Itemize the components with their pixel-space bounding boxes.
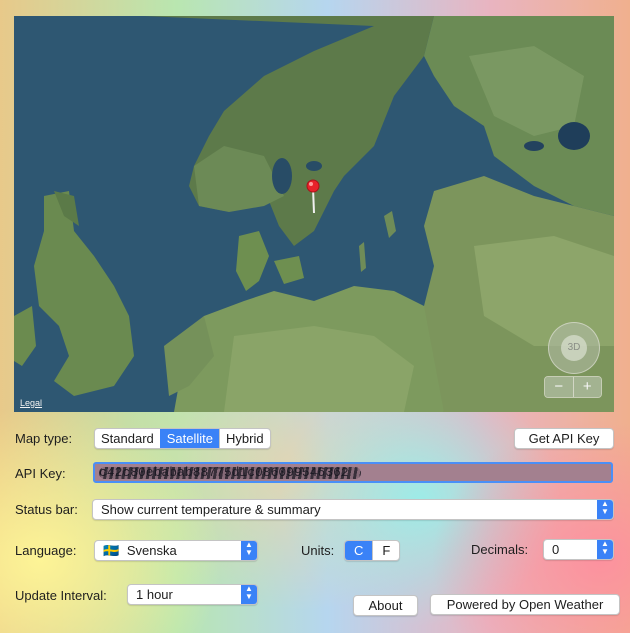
update-interval-label: Update Interval: [15, 588, 107, 603]
popup-arrows-icon: ▲ ▼ [597, 500, 613, 519]
language-label: Language: [15, 543, 77, 558]
decimals-label: Decimals: [471, 542, 529, 557]
legal-link[interactable]: Legal [20, 398, 42, 408]
update-interval-value: 1 hour [136, 587, 173, 602]
status-bar-label: Status bar: [15, 502, 78, 517]
units-label: Units: [301, 543, 335, 558]
satellite-map[interactable]: Legal 3D − + [14, 16, 614, 412]
map-type-label: Map type: [15, 431, 73, 446]
zoom-out-button[interactable]: − [545, 377, 573, 397]
api-key-label: API Key: [15, 466, 66, 481]
status-bar-popup[interactable]: Show current temperature & summary ▲ ▼ [92, 499, 614, 520]
zoom-control: − + [544, 376, 602, 398]
update-interval-popup[interactable]: 1 hour ▲ ▼ [127, 584, 258, 605]
map-type-standard[interactable]: Standard [95, 429, 160, 448]
map-type-satellite[interactable]: Satellite [159, 429, 220, 448]
units-segmented-control: C F [344, 540, 401, 561]
language-popup[interactable]: 🇸🇪 Svenska ▲ ▼ [94, 540, 258, 561]
decimals-value: 0 [552, 542, 560, 557]
map-type-hybrid[interactable]: Hybrid [219, 429, 270, 448]
popup-arrows-icon: ▲ ▼ [597, 540, 613, 559]
map-compass-control[interactable]: 3D [548, 322, 600, 374]
about-button[interactable]: About [353, 595, 418, 616]
popup-arrows-icon: ▲ ▼ [241, 585, 257, 604]
3d-toggle-button[interactable]: 3D [561, 335, 587, 361]
redaction-scribble [99, 467, 361, 479]
map-terrain [14, 16, 614, 412]
powered-by-open-weather-button[interactable]: Powered by Open Weather [430, 594, 620, 615]
sweden-flag-icon: 🇸🇪 [103, 543, 120, 558]
api-key-field[interactable]: c42c80ebabab88775d1c086099546362 [93, 462, 613, 483]
decimals-popup[interactable]: 0 ▲ ▼ [543, 539, 614, 560]
get-api-key-button[interactable]: Get API Key [514, 428, 614, 449]
status-bar-value: Show current temperature & summary [101, 502, 321, 517]
map-type-segmented-control: Standard Satellite Hybrid [94, 428, 271, 449]
zoom-in-button[interactable]: + [572, 377, 601, 397]
popup-arrows-icon: ▲ ▼ [241, 541, 257, 560]
units-fahrenheit[interactable]: F [372, 541, 399, 560]
language-value: Svenska [126, 543, 177, 558]
units-celsius[interactable]: C [345, 541, 373, 560]
